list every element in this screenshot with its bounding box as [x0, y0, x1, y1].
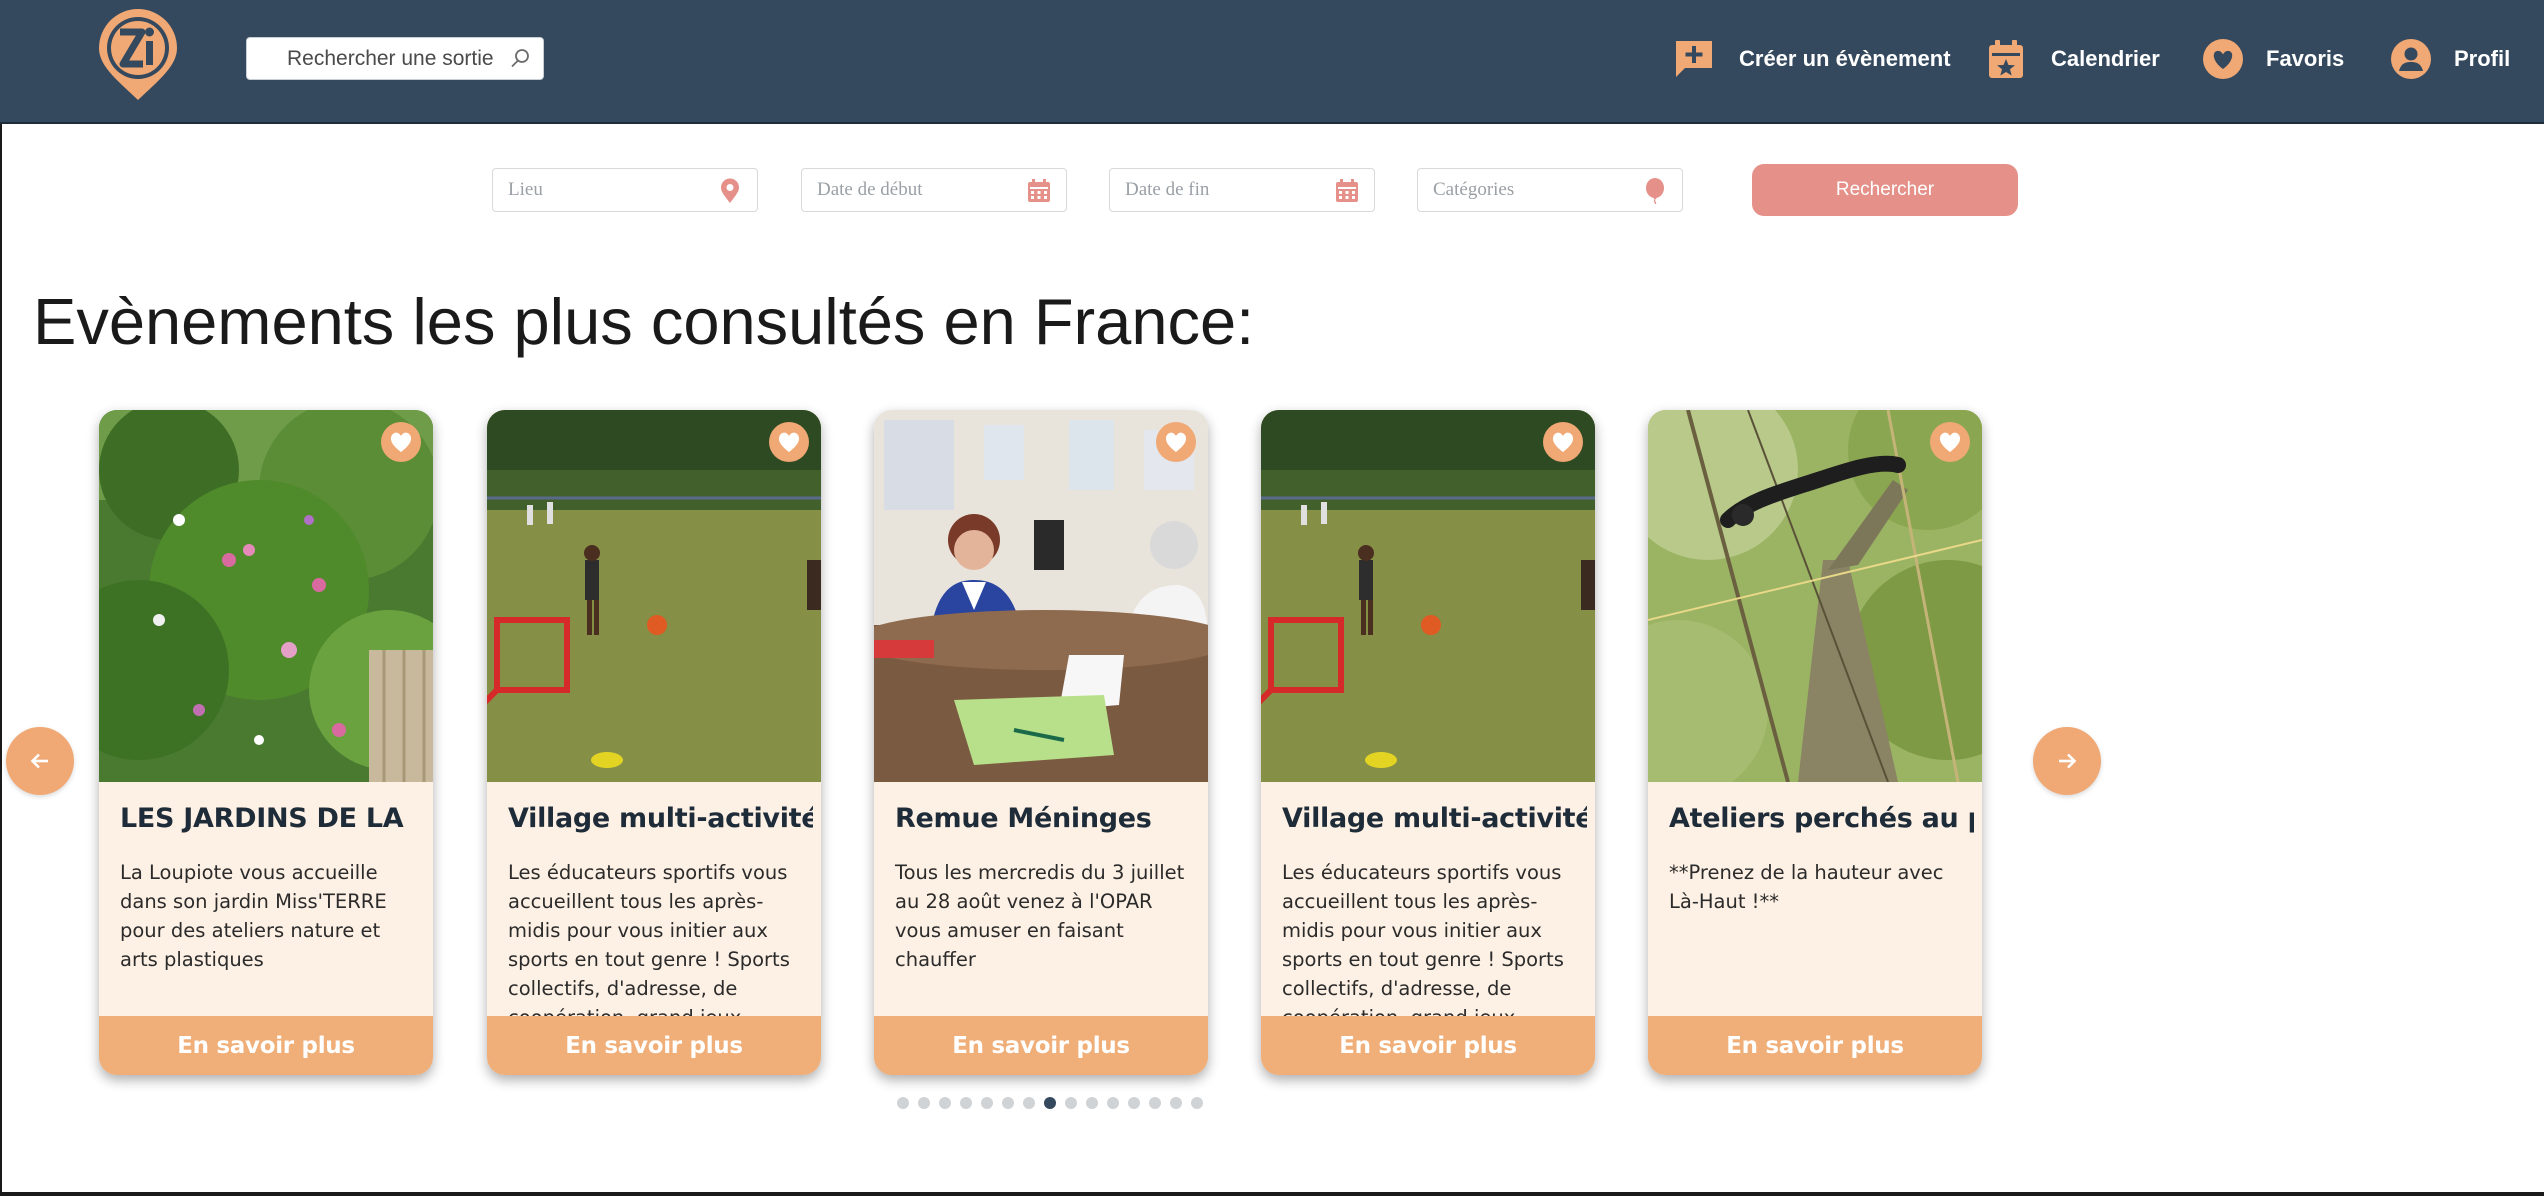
arrow-right-icon [2059, 753, 2077, 769]
carousel-dot[interactable] [897, 1097, 909, 1109]
event-card[interactable]: Village multi-activités Les éducateurs s… [1261, 410, 1595, 1075]
nav-create-event-label: Créer un évènement [1739, 46, 1951, 71]
page-border-left [0, 124, 2, 1196]
favorite-button[interactable] [381, 422, 421, 462]
event-image-garden [99, 410, 433, 782]
favorite-button[interactable] [1930, 422, 1970, 462]
favorite-button[interactable] [769, 422, 809, 462]
event-card[interactable]: Ateliers perchés au parc **Prenez de la … [1648, 410, 1982, 1075]
heart-icon [1939, 432, 1961, 452]
event-description: Tous les mercredis du 3 juillet au 28 ao… [895, 861, 1185, 971]
event-image-tree-climbing [1648, 410, 1982, 782]
event-title: Village multi-activités [508, 803, 813, 834]
heart-icon [778, 432, 800, 452]
event-image-sports [487, 410, 821, 782]
event-title: LES JARDINS DE LA [120, 803, 404, 834]
logo[interactable] [95, 8, 181, 104]
carousel-dot[interactable] [918, 1097, 930, 1109]
carousel-dot-active[interactable] [1044, 1097, 1056, 1109]
map-pin-icon [721, 178, 739, 203]
location-input[interactable] [508, 179, 698, 201]
event-title: Remue Méninges [895, 803, 1152, 834]
carousel-dot[interactable] [1128, 1097, 1140, 1109]
event-description: Les éducateurs sportifs vous accueillent… [508, 861, 790, 1029]
carousel-dot[interactable] [1107, 1097, 1119, 1109]
end-date-input[interactable] [1125, 179, 1315, 201]
event-image-meeting [874, 410, 1208, 782]
heart-icon [390, 432, 412, 452]
search-box [246, 37, 544, 80]
carousel-dot[interactable] [1065, 1097, 1077, 1109]
event-card[interactable]: Remue Méninges Tous les mercredis du 3 j… [874, 410, 1208, 1075]
learn-more-button[interactable]: En savoir plus [1261, 1016, 1595, 1075]
nav-profile[interactable]: Profil [2390, 34, 2510, 84]
carousel-dot[interactable] [1023, 1097, 1035, 1109]
section-title: Evènements les plus consultés en France: [33, 285, 1255, 358]
event-card[interactable]: LES JARDINS DE LA La Loupiote vous accue… [99, 410, 433, 1075]
categories-filter [1417, 168, 1683, 212]
user-icon [2391, 39, 2431, 79]
location-filter [492, 168, 758, 212]
event-title: Ateliers perchés au parc [1669, 803, 1974, 834]
learn-more-button[interactable]: En savoir plus [874, 1016, 1208, 1075]
page-border-bottom [0, 1192, 2544, 1196]
carousel-pagination [897, 1097, 1212, 1109]
search-icon[interactable] [509, 47, 531, 69]
start-date-filter [801, 168, 1067, 212]
carousel-dot[interactable] [1149, 1097, 1161, 1109]
start-date-input[interactable] [817, 179, 1007, 201]
nav-calendar[interactable]: Calendrier [1985, 34, 2160, 84]
carousel-dot[interactable] [939, 1097, 951, 1109]
nav-favorites-label: Favoris [2266, 46, 2345, 71]
favorite-button[interactable] [1156, 422, 1196, 462]
carousel-dot[interactable] [1002, 1097, 1014, 1109]
learn-more-button[interactable]: En savoir plus [99, 1016, 433, 1075]
logo-icon [99, 9, 177, 100]
calendar-icon [1028, 179, 1050, 202]
heart-icon [1165, 432, 1187, 452]
learn-more-button[interactable]: En savoir plus [487, 1016, 821, 1075]
event-description: La Loupiote vous accueille dans son jard… [120, 861, 387, 971]
top-navbar: Créer un évènement Calendrier Favoris Pr… [0, 0, 2544, 124]
add-comment-icon [1676, 41, 1712, 77]
calendar-icon [1989, 40, 2023, 78]
balloon-icon [1646, 178, 1664, 204]
carousel-prev-button[interactable] [6, 727, 74, 795]
carousel-dot[interactable] [1170, 1097, 1182, 1109]
carousel-dot[interactable] [960, 1097, 972, 1109]
event-title: Village multi-activités [1282, 803, 1587, 834]
nav-profile-label: Profil [2454, 46, 2511, 71]
learn-more-button[interactable]: En savoir plus [1648, 1016, 1982, 1075]
carousel-next-button[interactable] [2033, 727, 2101, 795]
carousel-dot[interactable] [1191, 1097, 1203, 1109]
event-card[interactable]: Village multi-activités Les éducateurs s… [487, 410, 821, 1075]
search-button[interactable]: Rechercher [1752, 164, 2018, 216]
event-description: **Prenez de la hauteur avec Là-Haut !** [1669, 861, 1944, 913]
nav-favorites[interactable]: Favoris [2202, 34, 2344, 84]
arrow-left-icon [30, 753, 48, 769]
end-date-filter [1109, 168, 1375, 212]
nav-create-event[interactable]: Créer un évènement [1673, 34, 1951, 84]
event-image-sports [1261, 410, 1595, 782]
carousel-dot[interactable] [981, 1097, 993, 1109]
carousel-dot[interactable] [1086, 1097, 1098, 1109]
nav-calendar-label: Calendrier [2051, 46, 2160, 71]
heart-icon [1552, 432, 1574, 452]
event-description: Les éducateurs sportifs vous accueillent… [1282, 861, 1564, 1029]
categories-input[interactable] [1433, 179, 1623, 201]
heart-icon [2203, 39, 2243, 79]
search-input[interactable] [287, 46, 507, 71]
favorite-button[interactable] [1543, 422, 1583, 462]
calendar-icon [1336, 179, 1358, 202]
